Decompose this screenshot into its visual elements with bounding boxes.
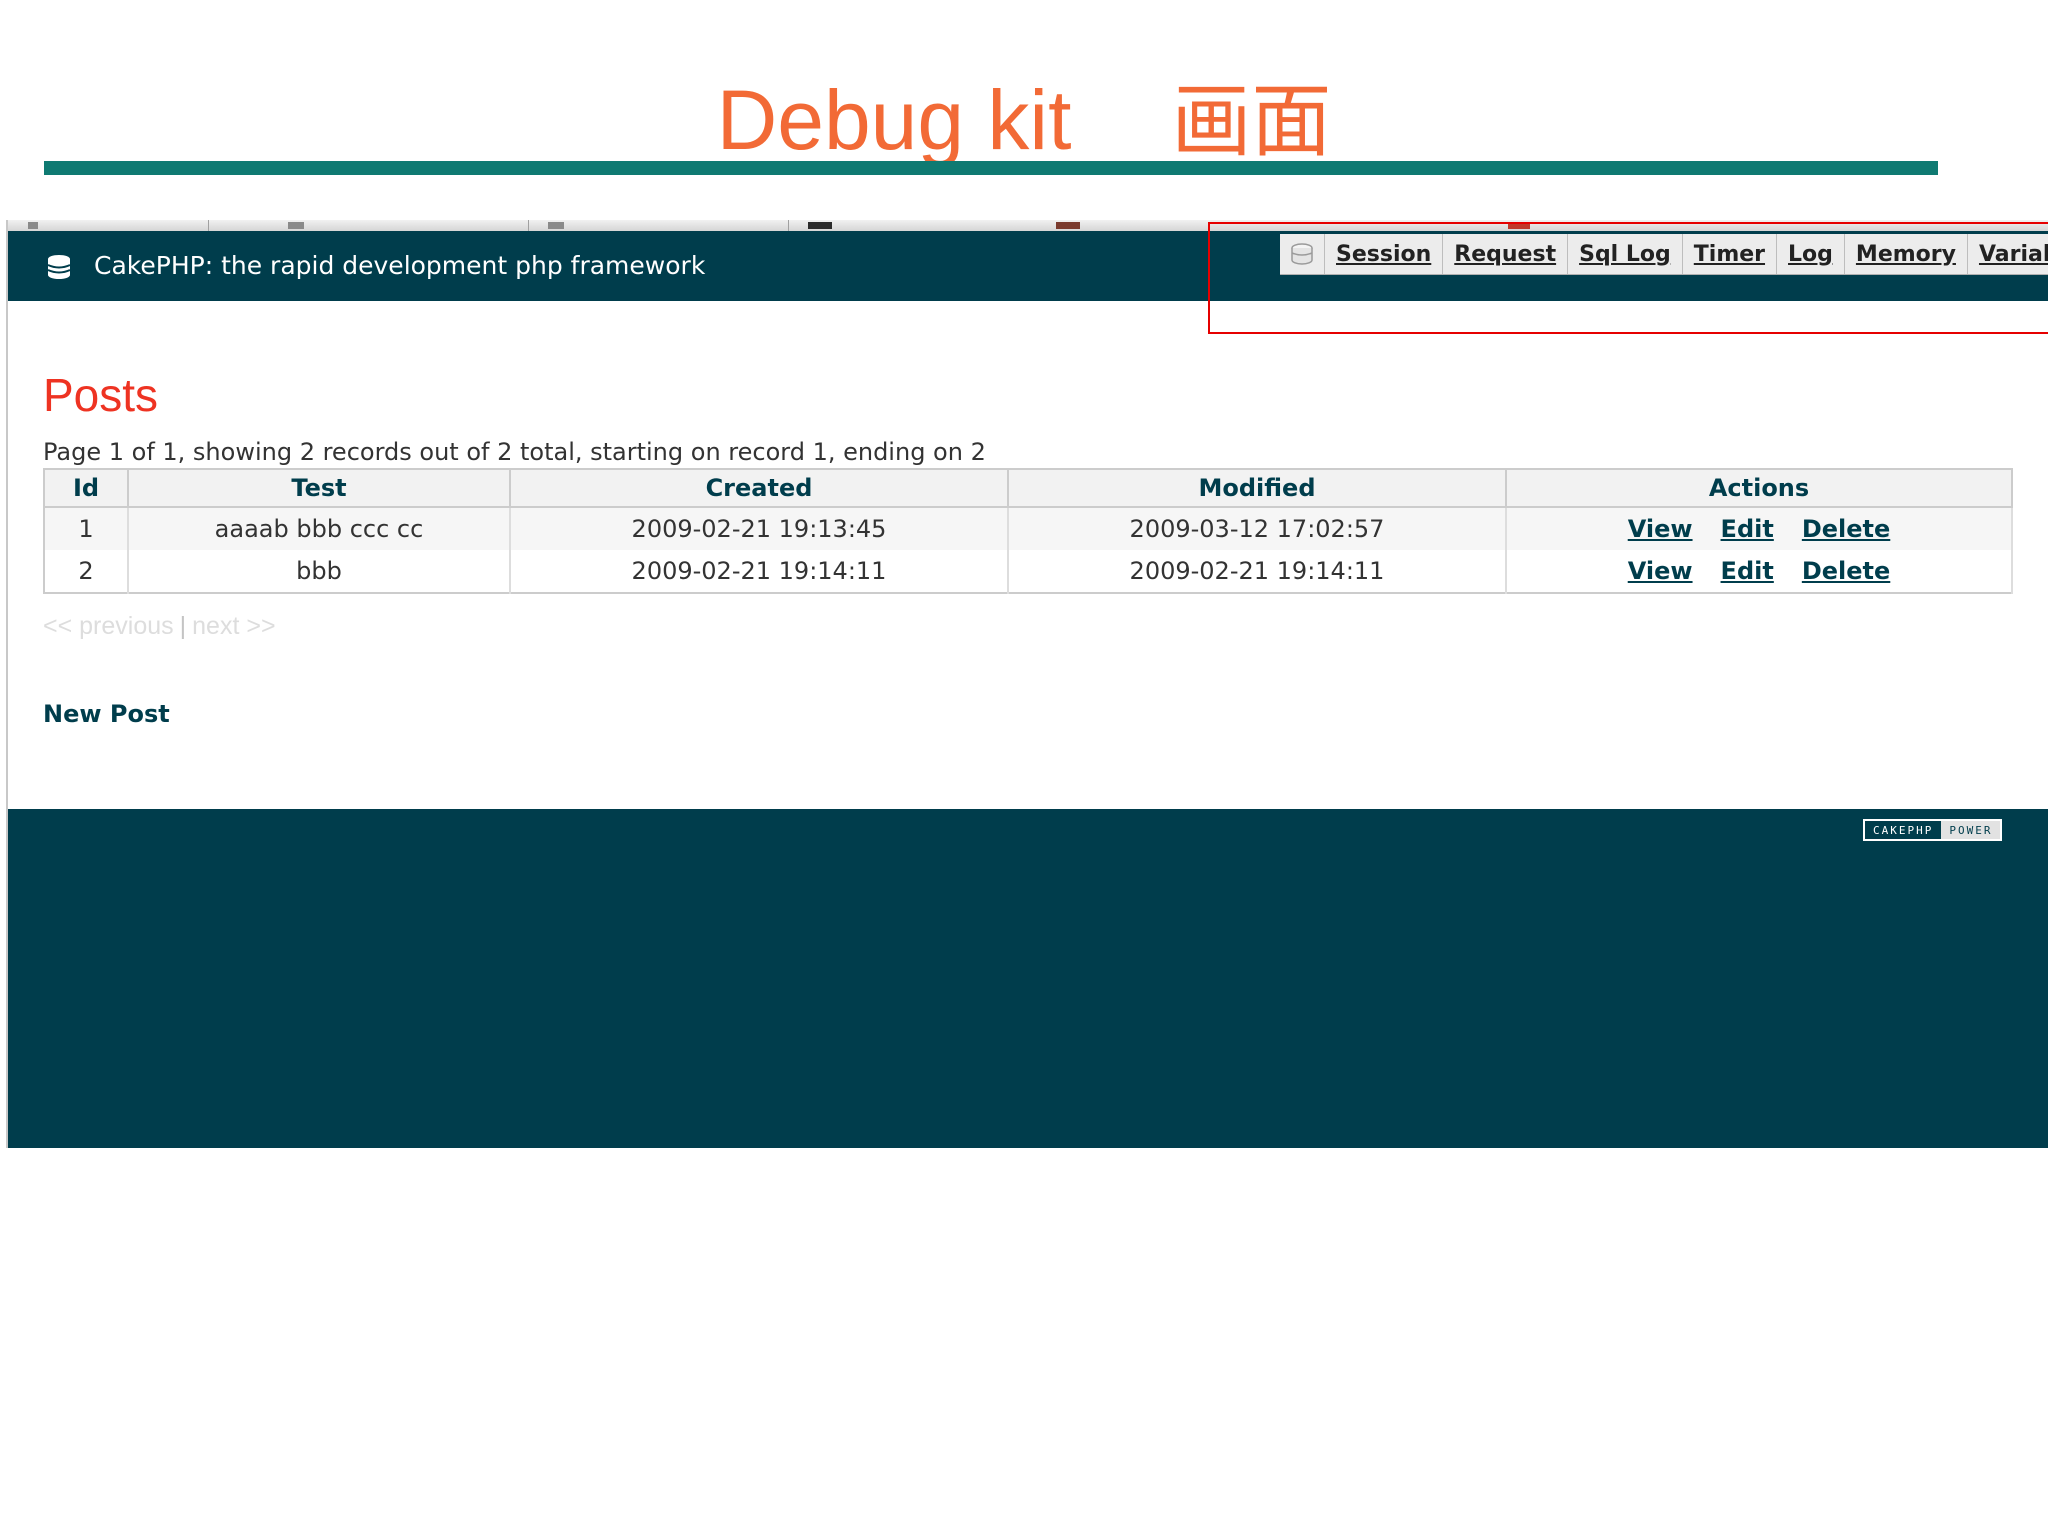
slide-title-text: Debug kit [716,73,1072,167]
highlight-box [1208,222,2048,334]
cell-modified: 2009-03-12 17:02:57 [1008,507,1507,550]
slide-title-jp: 画面 [1171,75,1332,168]
browser-screenshot: CakePHP: the rapid development php frame… [6,220,2048,1148]
next-link: next >> [192,612,276,640]
delete-link[interactable]: Delete [1802,557,1890,585]
slide-title: Debug kit 画面 [0,70,2048,172]
pagination-links: << previous | next >> [43,612,276,641]
cell-created: 2009-02-21 19:14:11 [510,550,1009,593]
cell-id: 2 [44,550,129,593]
cell-id: 1 [44,507,129,550]
view-link[interactable]: View [1628,515,1693,543]
column-header-id[interactable]: Id [44,469,129,508]
toolbar-glyph [548,222,564,229]
posts-table: Id Test Created Modified Actions 1 aaaab… [43,468,2013,594]
power-badge-left: CAKEPHP [1865,821,1942,839]
toolbar-divider [528,220,529,231]
title-rule [44,161,1938,175]
page-title: Posts [43,369,159,421]
edit-link[interactable]: Edit [1721,515,1774,543]
cakephp-power-badge[interactable]: CAKEPHP POWER [1863,819,2003,841]
toolbar-glyph [1056,222,1080,229]
toolbar-divider [208,220,209,231]
toolbar-divider [788,220,789,231]
edit-link[interactable]: Edit [1721,557,1774,585]
new-post-link[interactable]: New Post [43,700,170,728]
toolbar-glyph [288,222,304,229]
table-row: 2 bbb 2009-02-21 19:14:11 2009-02-21 19:… [44,550,2013,593]
cell-actions: View Edit Delete [1506,507,2013,550]
cell-actions: View Edit Delete [1506,550,2013,593]
column-header-created[interactable]: Created [510,469,1009,508]
view-link[interactable]: View [1628,557,1693,585]
delete-link[interactable]: Delete [1802,515,1890,543]
cake-logo-icon [47,255,71,279]
toolbar-glyph [28,222,38,229]
column-header-test[interactable]: Test [128,469,511,508]
cell-test: aaaab bbb ccc cc [128,507,511,550]
app-footer: CAKEPHP POWER [8,809,2048,1148]
toolbar-glyph [808,222,832,229]
cell-test: bbb [128,550,511,593]
previous-link: << previous [43,612,174,640]
pagination-counter: Page 1 of 1, showing 2 records out of 2 … [43,438,986,466]
cell-modified: 2009-02-21 19:14:11 [1008,550,1507,593]
column-header-modified[interactable]: Modified [1008,469,1507,508]
table-header-row: Id Test Created Modified Actions [44,469,2013,508]
table-row: 1 aaaab bbb ccc cc 2009-02-21 19:13:45 2… [44,507,2013,550]
site-title: CakePHP: the rapid development php frame… [94,251,706,280]
column-header-actions: Actions [1506,469,2013,508]
cell-created: 2009-02-21 19:13:45 [510,507,1009,550]
power-badge-right: POWER [1941,821,2001,839]
paging-separator: | [179,612,187,640]
